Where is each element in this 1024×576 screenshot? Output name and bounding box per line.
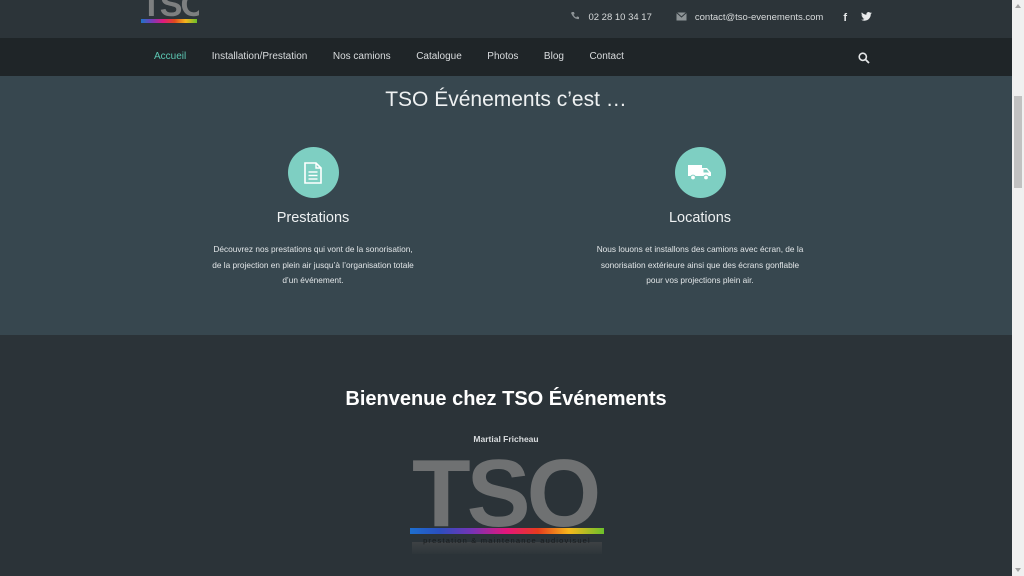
contact-info: 02 28 10 34 17 contact@tso-evenements.co… [570,11,872,24]
facebook-icon[interactable]: f [843,12,847,24]
top-bar: TSO 02 28 10 34 17 contact@tso-evenement… [0,0,1012,38]
logo-tagline: prestation & maintenance audiovisuel [423,536,591,545]
nav-item-nos-camions[interactable]: Nos camions [333,51,391,62]
nav-menu: Accueil Installation/Prestation Nos cami… [154,51,624,62]
phone-number[interactable]: 02 28 10 34 17 [588,12,651,23]
intro-section [0,76,1012,335]
author-name: Martial Fricheau [473,434,539,444]
feature-title: Locations [668,210,732,226]
nav-item-accueil[interactable]: Accueil [154,51,186,62]
twitter-icon[interactable] [861,11,872,24]
page-scrollbar[interactable] [1012,0,1024,576]
nav-item-contact[interactable]: Contact [589,51,623,62]
feature-description: Découvrez nos prestations qui vont de la… [212,244,414,285]
intro-title: TSO Événements c’est … [385,88,627,111]
scroll-up-arrow-icon[interactable] [1015,4,1021,8]
nav-item-blog[interactable]: Blog [544,51,564,62]
logo-big-color-bar [410,528,604,534]
feature-description: Nous louons et installons des camions av… [596,244,804,285]
feature-prestations: Prestations Découvrez nos prestations qu… [183,147,443,289]
scrollbar-thumb[interactable] [1014,96,1022,188]
social-links: f [843,12,872,24]
site-logo[interactable]: TSO [141,0,199,28]
scroll-down-arrow-icon[interactable] [1015,568,1021,572]
logo-color-bar [141,19,197,23]
welcome-heading: Bienvenue chez TSO Événements [345,388,667,410]
phone-icon [570,11,580,24]
nav-item-catalogue[interactable]: Catalogue [416,51,462,62]
feature-title: Prestations [276,210,350,226]
search-icon[interactable] [858,51,870,64]
nav-item-photos[interactable]: Photos [487,51,518,62]
truck-icon [674,147,726,198]
nav-item-installation-prestation[interactable]: Installation/Prestation [212,51,308,62]
email-address[interactable]: contact@tso-evenements.com [695,12,823,23]
tso-logo: TSO prestation & maintenance audiovisuel [410,456,604,554]
envelope-icon [676,11,687,24]
document-icon [287,147,339,198]
feature-locations: Locations Nous louons et installons des … [570,147,830,289]
